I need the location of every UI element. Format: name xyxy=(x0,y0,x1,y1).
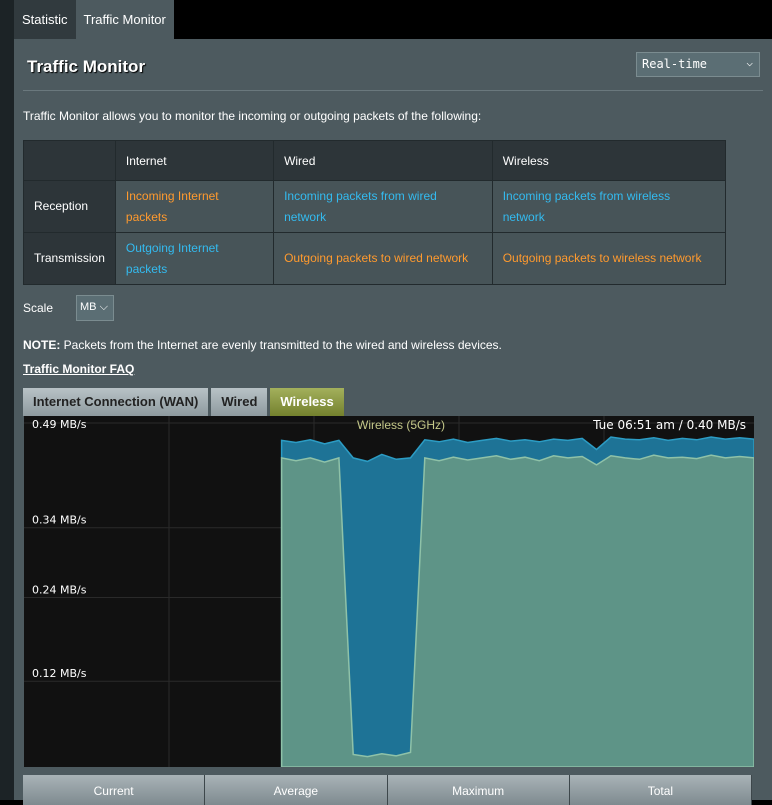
tab-wired[interactable]: Wired xyxy=(211,388,268,416)
top-tabs: Statistic Traffic Monitor xyxy=(14,0,174,39)
y-tick-label: 0.34 MB/s xyxy=(32,514,87,527)
graph-tabs: Internet Connection (WAN) Wired Wireless xyxy=(23,388,344,416)
table-header-row: Internet Wired Wireless xyxy=(23,140,727,181)
faq-link[interactable]: Traffic Monitor FAQ xyxy=(23,362,134,376)
note: NOTE: Packets from the Internet are even… xyxy=(23,338,502,352)
table-cell: Outgoing Internet packets xyxy=(114,232,275,285)
description: Traffic Monitor allows you to monitor th… xyxy=(23,109,482,123)
row-label: Transmission xyxy=(23,232,116,285)
table-cell: Incoming Internet packets xyxy=(114,180,275,233)
tab-wireless[interactable]: Wireless xyxy=(270,388,344,416)
stat-total: Total xyxy=(569,775,752,805)
table-header: Wireless xyxy=(491,140,727,181)
left-edge xyxy=(0,0,14,800)
packets-table: Internet Wired Wireless Reception Incomi… xyxy=(23,140,727,285)
tab-statistic[interactable]: Statistic xyxy=(14,0,76,39)
traffic-chart: 0.49 MB/s 0.34 MB/s 0.24 MB/s 0.12 MB/s Wir… xyxy=(24,416,754,767)
stat-average: Average xyxy=(205,775,388,805)
chart-title: Wireless (5GHz) xyxy=(357,418,445,432)
scale-select[interactable]: MB ⌵ xyxy=(76,295,114,321)
main-panel: Traffic Monitor Real-time ⌵ Traffic Monit… xyxy=(14,39,772,805)
row-label: Reception xyxy=(23,180,116,233)
table-cell: Incoming packets from wireless network xyxy=(491,180,727,233)
table-header xyxy=(23,140,116,181)
table-cell: Outgoing packets to wireless network xyxy=(491,232,727,285)
page-title: Traffic Monitor xyxy=(27,57,146,76)
scale-label: Scale xyxy=(23,301,54,315)
divider xyxy=(23,90,763,91)
stat-maximum: Maximum xyxy=(387,775,570,805)
table-row: Transmission Outgoing Internet packets O… xyxy=(23,232,727,285)
table-row: Reception Incoming Internet packets Inco… xyxy=(23,180,727,233)
period-select[interactable]: Real-time ⌵ xyxy=(636,52,760,77)
y-tick-label: 0.24 MB/s xyxy=(32,583,87,596)
note-text: Packets from the Internet are evenly tra… xyxy=(60,338,502,352)
table-cell: Incoming packets from wired network xyxy=(273,180,493,233)
y-tick-label: 0.49 MB/s xyxy=(32,418,87,431)
chevron-down-icon: ⌵ xyxy=(746,56,753,69)
chevron-down-icon: ⌵ xyxy=(99,301,108,313)
stat-current: Current xyxy=(23,775,206,805)
table-header: Internet xyxy=(114,140,275,181)
note-label: NOTE: xyxy=(23,338,61,352)
tab-traffic-monitor[interactable]: Traffic Monitor xyxy=(75,0,174,39)
scale-value: MB xyxy=(80,301,97,313)
y-tick-label: 0.12 MB/s xyxy=(32,667,87,680)
stats-header: Current Average Maximum Total xyxy=(23,775,752,805)
tab-wan[interactable]: Internet Connection (WAN) xyxy=(23,388,209,416)
table-cell: Outgoing packets to wired network xyxy=(273,232,493,285)
chart-readout: Tue 06:51 am / 0.40 MB/s xyxy=(592,418,746,432)
table-header: Wired xyxy=(273,140,493,181)
period-select-value: Real-time xyxy=(642,57,708,71)
